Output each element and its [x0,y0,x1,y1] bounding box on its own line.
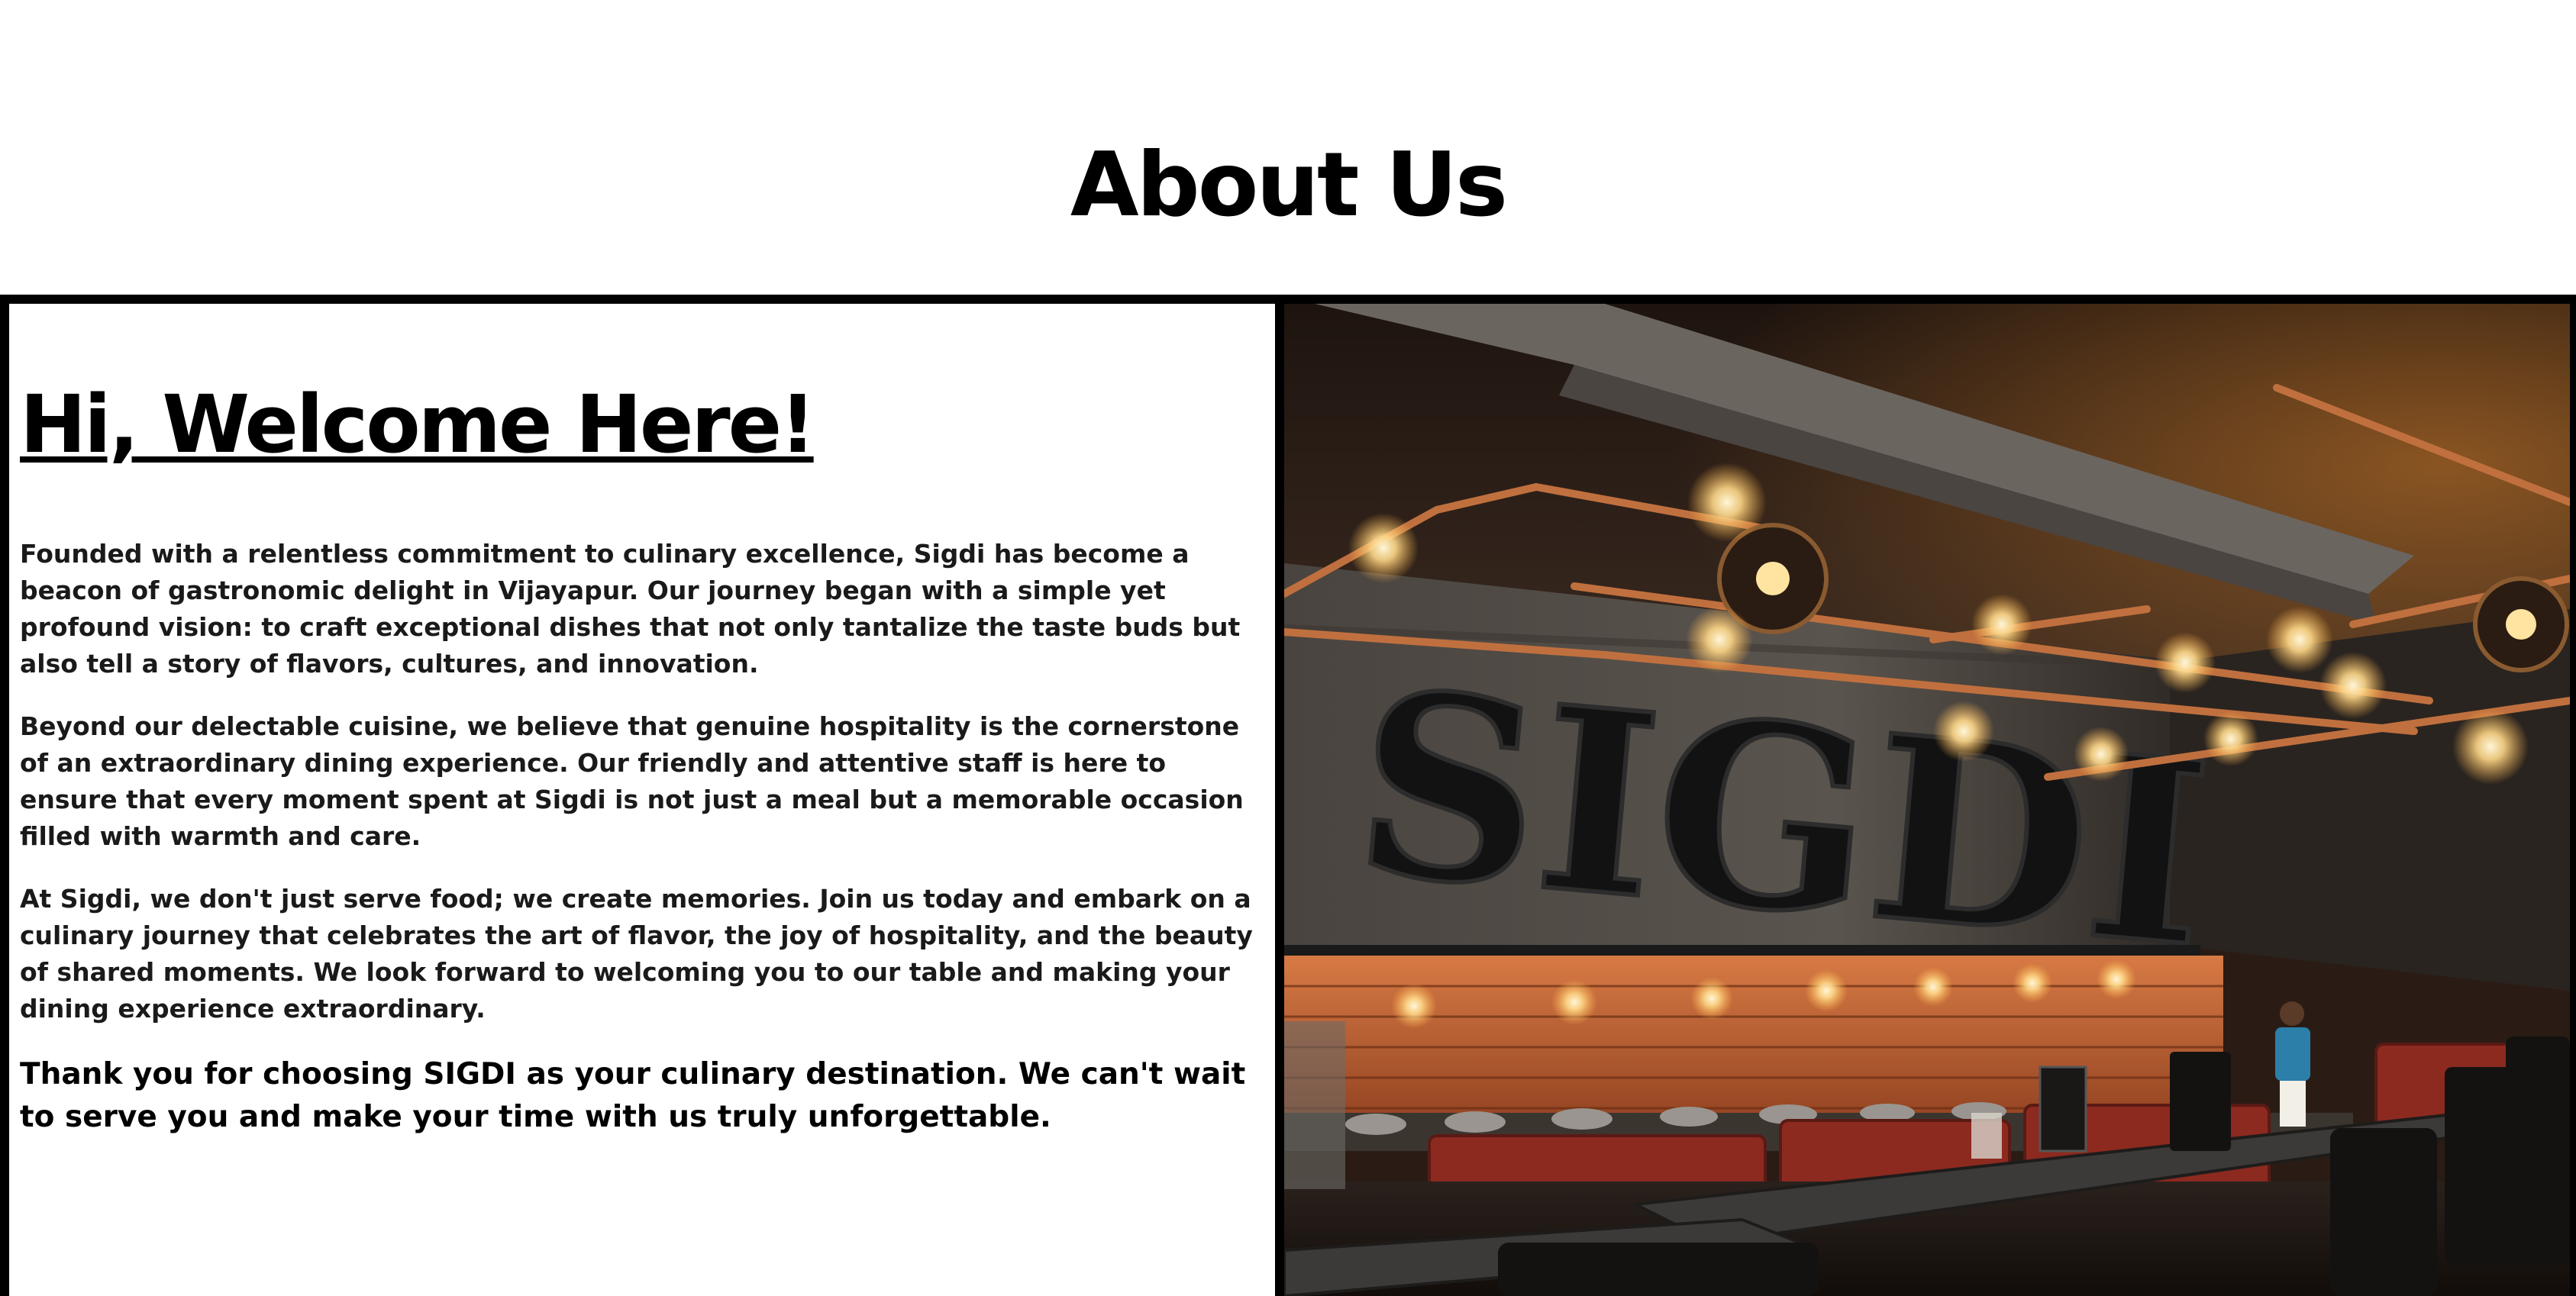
about-text-panel: Hi, Welcome Here! Founded with a relentl… [9,304,1284,1296]
about-paragraph-2: Beyond our delectable cuisine, we believ… [20,711,1244,851]
restaurant-interior-photo: SIGDI [1284,304,2570,1296]
restaurant-interior-illustration: SIGDI [1284,304,2570,1296]
about-page: About Us Hi, Welcome Here! Founded with … [0,0,2576,1296]
closing-message: Thank you for choosing SIGDI as your cul… [20,1057,1246,1134]
welcome-heading: Hi, Welcome Here! [20,378,816,471]
about-section: Hi, Welcome Here! Founded with a relentl… [0,295,2576,1296]
staff-figure [2275,1001,2310,1127]
about-paragraph-3: At Sigdi, we don't just serve food; we c… [20,884,1253,1024]
page-title: About Us [1070,134,1508,237]
about-paragraph-1: Founded with a relentless commitment to … [20,539,1241,679]
